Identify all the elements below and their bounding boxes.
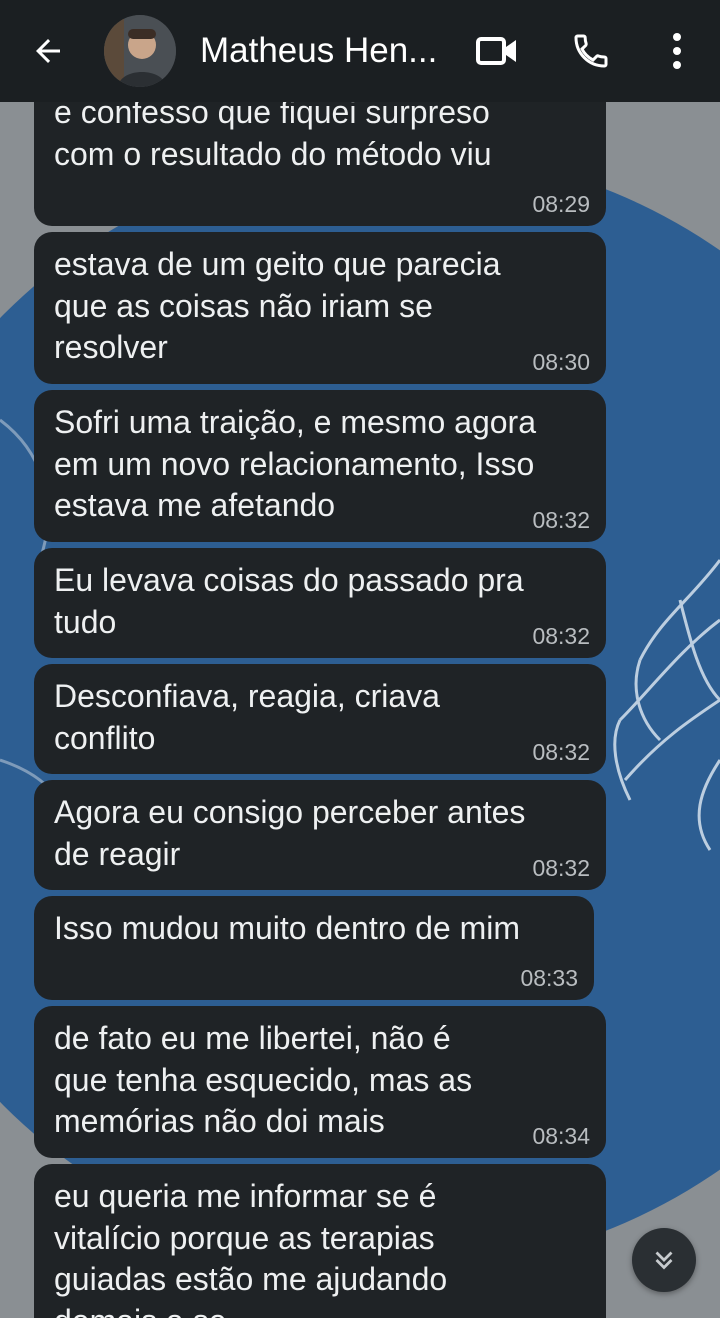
message-text: Desconfiava, reagia, criava conflito: [54, 678, 440, 756]
arrow-left-icon: [36, 39, 60, 63]
message-text: eu queria me informar se é vitalício por…: [54, 1178, 448, 1318]
message-text: Agora eu consigo perceber antes de reagi…: [54, 794, 526, 872]
contact-name[interactable]: Matheus Hen...: [200, 31, 450, 71]
double-chevron-down-icon: [655, 1251, 673, 1270]
video-call-icon: [476, 37, 516, 65]
message-bubble[interactable]: Eu levava coisas do passado pra tudo 08:…: [34, 548, 606, 658]
message-time: 08:32: [532, 623, 590, 649]
message-time: 08:30: [532, 349, 590, 375]
message-time: 08:34: [532, 1123, 590, 1149]
message-bubble[interactable]: Sofri uma traição, e mesmo agora em um n…: [34, 390, 606, 542]
message-time: 08:32: [532, 855, 590, 881]
back-button[interactable]: [22, 25, 74, 77]
message-text: estava de um geito que parecia que as co…: [54, 246, 501, 365]
message-list[interactable]: e confesso que fiquei surpreso com o res…: [0, 102, 720, 1318]
scroll-to-bottom-button[interactable]: [632, 1228, 696, 1292]
message-bubble[interactable]: de fato eu me libertei, não é que tenha …: [34, 1006, 606, 1158]
message-bubble[interactable]: estava de um geito que parecia que as co…: [34, 232, 606, 384]
contact-avatar[interactable]: [104, 15, 176, 87]
message-bubble[interactable]: eu queria me informar se é vitalício por…: [34, 1164, 606, 1318]
phone-icon: [574, 34, 608, 68]
message-time: 08:32: [532, 507, 590, 533]
message-time: 08:33: [520, 965, 578, 991]
message-text: Eu levava coisas do passado pra tudo: [54, 562, 524, 640]
chat-header: Matheus Hen...: [0, 0, 720, 102]
message-time: 08:32: [532, 739, 590, 765]
video-call-button[interactable]: [472, 26, 522, 76]
voice-call-button[interactable]: [566, 26, 616, 76]
message-text: Sofri uma traição, e mesmo agora em um n…: [54, 404, 536, 523]
more-options-button[interactable]: [652, 26, 702, 76]
message-bubble[interactable]: Desconfiava, reagia, criava conflito 08:…: [34, 664, 606, 774]
message-bubble[interactable]: e confesso que fiquei surpreso com o res…: [34, 102, 606, 226]
message-text: Isso mudou muito dentro de mim: [54, 910, 520, 946]
message-bubble[interactable]: Isso mudou muito dentro de mim 08:33: [34, 896, 594, 1000]
more-vertical-icon: [673, 33, 681, 69]
message-time: 08:29: [532, 191, 590, 217]
message-bubble[interactable]: Agora eu consigo perceber antes de reagi…: [34, 780, 606, 890]
message-text: e confesso que fiquei surpreso com o res…: [54, 102, 492, 172]
message-text: de fato eu me libertei, não é que tenha …: [54, 1020, 473, 1139]
